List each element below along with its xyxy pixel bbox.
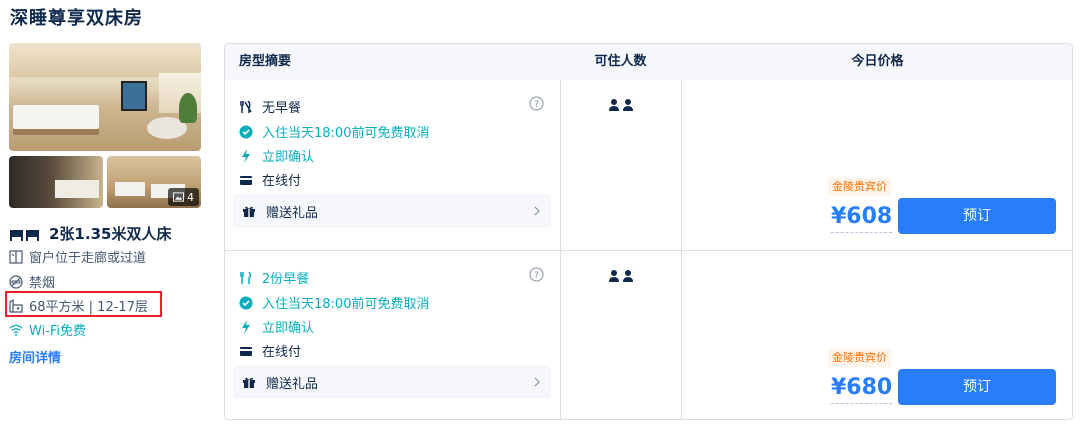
instant-confirm: 立即确认 <box>239 146 314 165</box>
window-icon <box>9 249 23 264</box>
lightning-icon <box>242 319 250 334</box>
gift-icon <box>243 377 255 388</box>
photo-count: 4 <box>187 190 194 204</box>
header-price: 今日价格 <box>851 54 904 69</box>
meal-info: 无早餐 <box>239 97 301 116</box>
window-text: 窗户位于走廊或过道 <box>29 251 147 266</box>
rate-table: 房型摘要 可住人数 今日价格 无早餐 ? 入住当天18:00前可免费取消 立即确… <box>224 43 1073 420</box>
check-circle-icon <box>239 125 253 138</box>
chevron-right-icon <box>534 206 540 216</box>
gift-row[interactable]: 赠送礼品 <box>233 365 551 399</box>
wifi-icon <box>9 324 23 336</box>
room-detail-link[interactable]: 房间详情 <box>9 347 61 366</box>
payment-text: 在线付 <box>262 345 302 360</box>
card-icon <box>240 346 252 356</box>
table-header: 房型摘要 可住人数 今日价格 <box>225 44 1072 80</box>
gift-text: 赠送礼品 <box>266 376 319 392</box>
room-photo-main[interactable] <box>9 43 201 151</box>
photo-count-badge[interactable]: 4 <box>168 188 199 206</box>
payment-method: 在线付 <box>239 341 301 360</box>
wifi-info: Wi-Fi免费 <box>9 320 86 339</box>
gift-row[interactable]: 赠送礼品 <box>233 194 551 228</box>
price: ¥680 <box>831 373 893 404</box>
chevron-right-icon <box>534 377 540 387</box>
cancel-policy: 入住当天18:00前可免费取消 <box>239 122 429 141</box>
card-icon <box>240 175 252 185</box>
meal-info: 2份早餐 <box>239 268 309 287</box>
window-info: 窗户位于走廊或过道 <box>9 247 146 266</box>
meal-text: 无早餐 <box>262 101 302 116</box>
wifi-text: Wi-Fi免费 <box>29 324 87 339</box>
cancel-text: 入住当天18:00前可免费取消 <box>262 297 430 312</box>
two-persons-icon <box>609 99 633 111</box>
info-icon[interactable]: ? <box>529 267 544 282</box>
utensils-icon <box>240 99 252 113</box>
room-title: 深睡尊享双床房 <box>10 8 143 29</box>
room-photo-thumb[interactable] <box>9 156 103 208</box>
cancel-policy: 入住当天18:00前可免费取消 <box>239 293 429 312</box>
price: ¥608 <box>831 202 893 233</box>
price-tag: 金陵贵宾价 <box>828 349 891 367</box>
no-smoking-icon <box>9 274 23 289</box>
bed-text: 2张1.35米双人床 <box>49 225 172 243</box>
utensils-icon <box>240 270 252 284</box>
confirm-text: 立即确认 <box>262 321 315 336</box>
header-occupancy: 可住人数 <box>594 54 647 69</box>
header-summary: 房型摘要 <box>239 54 292 69</box>
room-photo-thumb[interactable]: 4 <box>107 156 201 208</box>
svg-text:?: ? <box>534 271 539 281</box>
price-tag: 金陵贵宾价 <box>828 178 891 196</box>
confirm-text: 立即确认 <box>262 150 315 165</box>
check-circle-icon <box>239 296 253 309</box>
highlight-box <box>5 291 162 317</box>
book-button[interactable]: 预订 <box>898 198 1056 234</box>
payment-method: 在线付 <box>239 170 301 189</box>
smoking-info: 禁烟 <box>9 272 55 291</box>
payment-text: 在线付 <box>262 174 302 189</box>
two-persons-icon <box>609 270 633 282</box>
svg-text:?: ? <box>534 100 539 110</box>
cancel-text: 入住当天18:00前可免费取消 <box>262 126 430 141</box>
image-icon <box>173 192 184 202</box>
info-icon[interactable]: ? <box>529 96 544 111</box>
table-row: 无早餐 ? 入住当天18:00前可免费取消 立即确认 在线付 赠送礼品 金陵贵宾… <box>225 80 1072 250</box>
bed-icon <box>10 229 39 241</box>
bed-info: 2张1.35米双人床 <box>9 223 171 244</box>
instant-confirm: 立即确认 <box>239 317 314 336</box>
lightning-icon <box>242 148 250 163</box>
book-button[interactable]: 预订 <box>898 369 1056 405</box>
gift-icon <box>243 206 255 217</box>
meal-text: 2份早餐 <box>262 272 310 287</box>
table-row: 2份早餐 ? 入住当天18:00前可免费取消 立即确认 在线付 赠送礼品 金陵贵… <box>225 250 1072 419</box>
smoking-text: 禁烟 <box>29 276 56 291</box>
gift-text: 赠送礼品 <box>266 205 319 221</box>
